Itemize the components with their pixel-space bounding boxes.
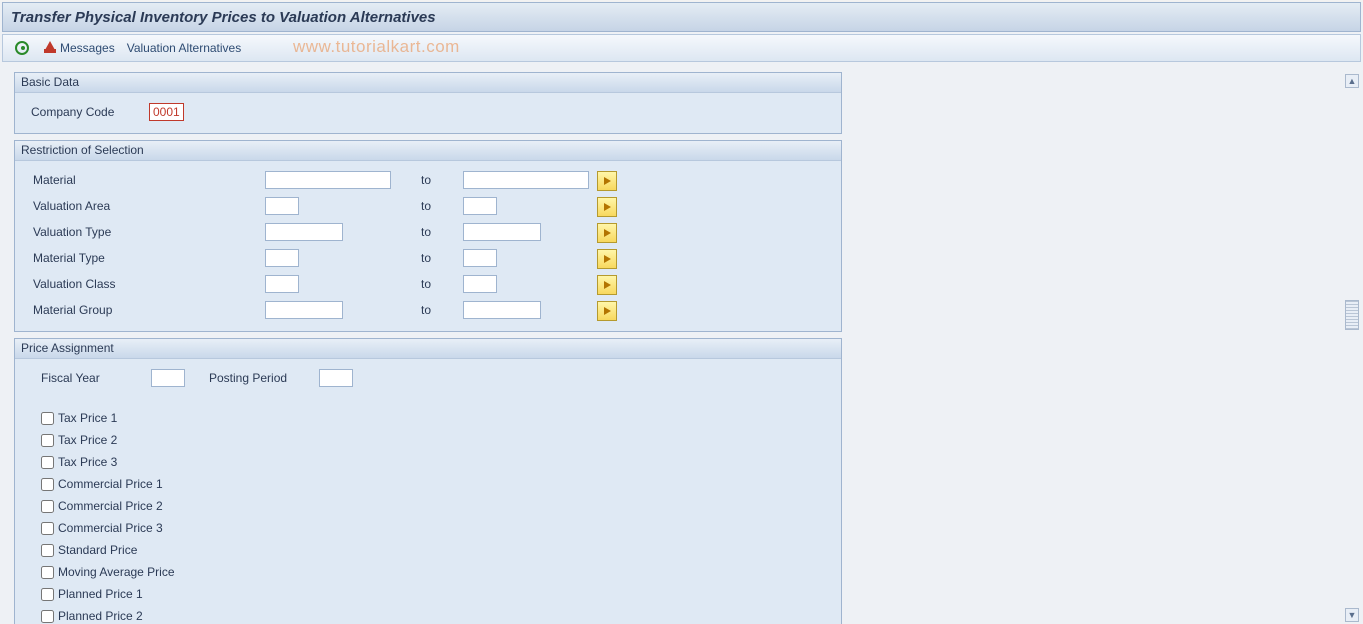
price-checkbox[interactable] [41, 478, 54, 491]
price-checkbox-row: Tax Price 1 [31, 407, 841, 429]
range-label: Valuation Type [31, 225, 265, 239]
price-checkbox-label: Commercial Price 1 [58, 477, 163, 491]
range-from-input[interactable] [265, 197, 299, 215]
range-from-input[interactable] [265, 223, 343, 241]
posting-period-label: Posting Period [209, 371, 319, 385]
price-checkbox-row: Tax Price 3 [31, 451, 841, 473]
range-to-input[interactable] [463, 275, 497, 293]
price-checkbox-label: Commercial Price 2 [58, 499, 163, 513]
scroll-drag-handle[interactable] [1345, 300, 1359, 330]
group-basic-data: Basic Data Company Code 0001 [14, 72, 842, 134]
range-label: Material Group [31, 303, 265, 317]
price-checkbox-row: Commercial Price 3 [31, 517, 841, 539]
price-checkbox-row: Planned Price 1 [31, 583, 841, 605]
execute-icon [15, 41, 29, 55]
range-label: Valuation Class [31, 277, 265, 291]
price-checkbox-row: Commercial Price 1 [31, 473, 841, 495]
valuation-alternatives-button[interactable]: Valuation Alternatives [121, 37, 248, 59]
group-restriction: Restriction of Selection MaterialtoValua… [14, 140, 842, 332]
messages-label: Messages [60, 41, 115, 55]
price-checkbox-label: Moving Average Price [58, 565, 175, 579]
range-to-label: to [421, 303, 463, 317]
price-checkbox-label: Commercial Price 3 [58, 521, 163, 535]
range-label: Valuation Area [31, 199, 265, 213]
range-from-input[interactable] [265, 171, 391, 189]
range-row: Valuation Type to [31, 221, 831, 243]
scroll-up-button[interactable]: ▲ [1345, 74, 1359, 88]
price-checkbox[interactable] [41, 566, 54, 579]
content-area: Basic Data Company Code 0001 Restriction… [2, 66, 1339, 624]
price-checkbox[interactable] [41, 434, 54, 447]
price-checkbox[interactable] [41, 522, 54, 535]
execute-button[interactable] [9, 37, 37, 59]
price-checkbox-label: Standard Price [58, 543, 137, 557]
price-checkbox[interactable] [41, 500, 54, 513]
group-basic-data-header: Basic Data [15, 73, 841, 93]
messages-icon [43, 41, 57, 55]
range-row: Valuation Area to [31, 195, 831, 217]
multiple-selection-button[interactable] [597, 197, 617, 217]
multiple-selection-button[interactable] [597, 301, 617, 321]
range-row: Valuation Class to [31, 273, 831, 295]
range-to-input[interactable] [463, 301, 541, 319]
range-to-label: to [421, 251, 463, 265]
watermark-text: www.tutorialkart.com [293, 37, 460, 57]
scroll-down-button[interactable]: ▼ [1345, 608, 1359, 622]
range-to-input[interactable] [463, 197, 497, 215]
range-from-input[interactable] [265, 301, 343, 319]
price-checkbox[interactable] [41, 456, 54, 469]
fiscal-year-input[interactable] [151, 369, 185, 387]
price-checkbox-label: Tax Price 3 [58, 455, 117, 469]
page-title: Transfer Physical Inventory Prices to Va… [11, 9, 436, 26]
fiscal-year-label: Fiscal Year [31, 371, 151, 385]
price-checkbox[interactable] [41, 588, 54, 601]
company-code-label: Company Code [31, 105, 149, 119]
range-row: Material Type to [31, 247, 831, 269]
multiple-selection-button[interactable] [597, 249, 617, 269]
range-label: Material [31, 173, 265, 187]
price-checkbox-label: Tax Price 2 [58, 433, 117, 447]
range-to-input[interactable] [463, 223, 541, 241]
price-checkbox-row: Commercial Price 2 [31, 495, 841, 517]
group-restriction-header: Restriction of Selection [15, 141, 841, 161]
price-checkbox-label: Tax Price 1 [58, 411, 117, 425]
range-row: Material Group to [31, 299, 831, 321]
range-to-label: to [421, 277, 463, 291]
app-window: Transfer Physical Inventory Prices to Va… [0, 2, 1363, 624]
price-checkbox-row: Moving Average Price [31, 561, 841, 583]
range-from-input[interactable] [265, 275, 299, 293]
posting-period-input[interactable] [319, 369, 353, 387]
price-checkbox-row: Planned Price 2 [31, 605, 841, 624]
price-checkbox-label: Planned Price 2 [58, 609, 143, 623]
multiple-selection-button[interactable] [597, 223, 617, 243]
price-checkbox[interactable] [41, 412, 54, 425]
app-toolbar: Messages Valuation Alternatives www.tuto… [2, 34, 1361, 62]
range-row: Material to [31, 169, 831, 191]
messages-button[interactable]: Messages [37, 37, 121, 59]
range-to-input[interactable] [463, 249, 497, 267]
price-checkbox[interactable] [41, 544, 54, 557]
range-from-input[interactable] [265, 249, 299, 267]
range-to-label: to [421, 199, 463, 213]
multiple-selection-button[interactable] [597, 171, 617, 191]
multiple-selection-button[interactable] [597, 275, 617, 295]
price-checkbox-row: Standard Price [31, 539, 841, 561]
range-to-label: to [421, 225, 463, 239]
title-bar: Transfer Physical Inventory Prices to Va… [2, 2, 1361, 32]
group-price-assignment-header: Price Assignment [15, 339, 841, 359]
range-to-label: to [421, 173, 463, 187]
range-label: Material Type [31, 251, 265, 265]
range-to-input[interactable] [463, 171, 589, 189]
price-checkbox[interactable] [41, 610, 54, 623]
valuation-alternatives-label: Valuation Alternatives [127, 41, 242, 55]
company-code-field[interactable]: 0001 [149, 103, 184, 121]
price-checkbox-row: Tax Price 2 [31, 429, 841, 451]
price-checkbox-label: Planned Price 1 [58, 587, 143, 601]
group-price-assignment: Price Assignment Fiscal Year Posting Per… [14, 338, 842, 624]
